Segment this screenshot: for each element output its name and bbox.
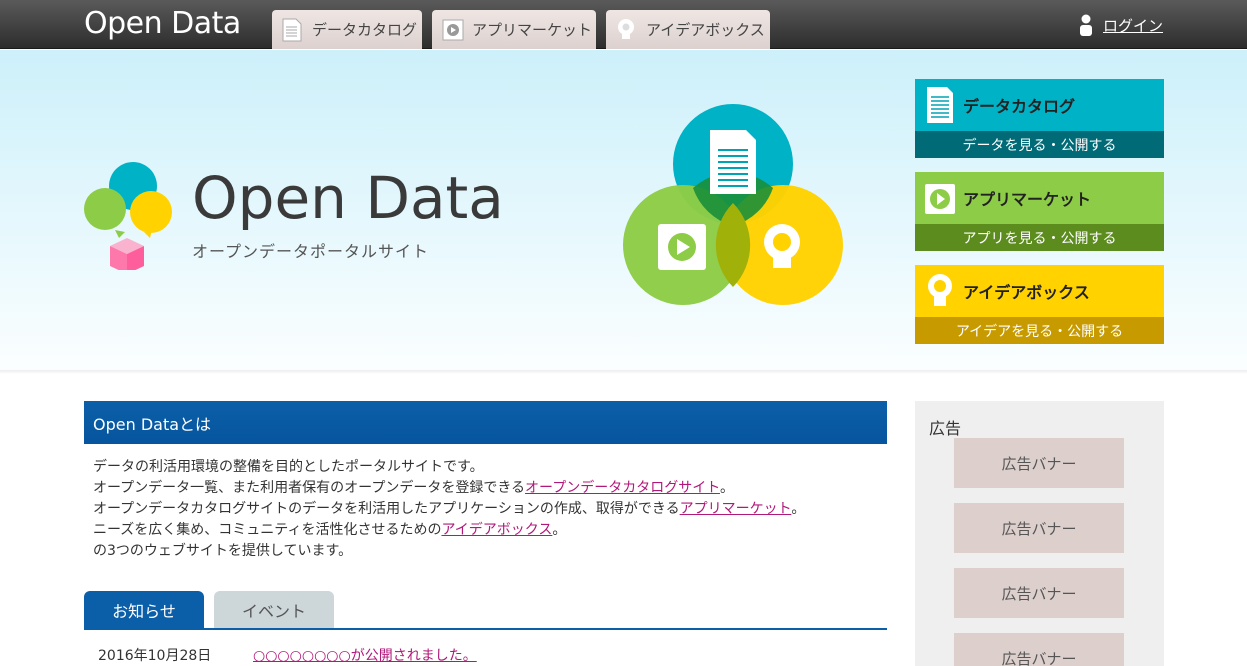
app-market-link[interactable]: アプリマーケット [680, 501, 792, 517]
tab-underline [84, 628, 887, 630]
about-text: データの利活用環境の整備を目的としたポータルサイトです。 オープンデータ一覧、ま… [93, 457, 887, 562]
play-icon [925, 179, 955, 217]
news-title-link[interactable]: ○○○○○○○○が公開されました。 [253, 645, 477, 665]
venn-diagram-graphic [623, 104, 843, 305]
hero-banner: Open Data オープンデータポータルサイト データカタログ データを見る・… [0, 50, 1247, 370]
ad-sidebar: 広告 広告バナー 広告バナー 広告バナー 広告バナー [915, 401, 1164, 666]
tab-news[interactable]: お知らせ [84, 591, 204, 629]
about-line: オープンデータカタログサイトのデータを利活用したアプリケーションの作成、取得がで… [93, 501, 806, 517]
section-divider [0, 370, 1247, 374]
nav-tab-label: アプリマーケット [472, 21, 593, 39]
bulb-icon [616, 18, 636, 42]
bulb-icon [925, 272, 955, 310]
about-heading: Open Dataとは [84, 401, 887, 444]
login-link[interactable]: ログイン [1079, 14, 1163, 36]
hero-subtitle: オープンデータポータルサイト [192, 242, 430, 261]
nav-tab-data-catalog[interactable]: データカタログ [272, 10, 422, 49]
document-icon [282, 18, 302, 42]
nav-tab-label: アイデアボックス [646, 21, 765, 39]
catalog-site-link[interactable]: オープンデータカタログサイト [525, 480, 720, 496]
cta-data-catalog[interactable]: データカタログ データを見る・公開する [915, 79, 1164, 158]
news-date: 2016年10月28日 [98, 648, 212, 664]
about-line: オープンデータ一覧、また利用者保有のオープンデータを登録できるオープンデータカタ… [93, 480, 734, 496]
about-line: ニーズを広く集め、コミュニティを活性化させるためのアイデアボックス。 [93, 522, 567, 538]
ad-banner[interactable]: 広告バナー [954, 633, 1124, 666]
balloons-logo-icon [84, 162, 172, 270]
cta-idea-box[interactable]: アイデアボックス アイデアを見る・公開する [915, 265, 1164, 344]
user-icon [1079, 14, 1093, 36]
cta-title: アプリマーケット [963, 190, 1092, 209]
play-icon [442, 18, 464, 42]
top-navigation-bar: Open Data データカタログ アプリマーケット アイデアボックス ログイン [0, 0, 1247, 49]
nav-tab-idea-box[interactable]: アイデアボックス [606, 10, 770, 49]
cta-title: データカタログ [963, 97, 1076, 116]
tab-events[interactable]: イベント [214, 591, 334, 629]
ad-banner[interactable]: 広告バナー [954, 438, 1124, 488]
cta-action[interactable]: データを見る・公開する [915, 131, 1164, 158]
cta-action[interactable]: アプリを見る・公開する [915, 224, 1164, 251]
cta-title: アイデアボックス [963, 283, 1090, 302]
ad-sidebar-title: 広告 [929, 419, 962, 438]
about-line: データの利活用環境の整備を目的としたポータルサイトです。 [93, 459, 484, 475]
idea-box-link[interactable]: アイデアボックス [441, 522, 552, 538]
ad-banner[interactable]: 広告バナー [954, 568, 1124, 618]
hero-title: Open Data [192, 164, 504, 232]
nav-tab-app-market[interactable]: アプリマーケット [432, 10, 596, 49]
document-icon [925, 86, 955, 124]
nav-tab-label: データカタログ [312, 21, 418, 39]
login-label[interactable]: ログイン [1103, 15, 1163, 36]
cta-action[interactable]: アイデアを見る・公開する [915, 317, 1164, 344]
ad-banner[interactable]: 広告バナー [954, 503, 1124, 553]
about-line: の3つのウェブサイトを提供しています。 [93, 543, 353, 559]
cta-app-market[interactable]: アプリマーケット アプリを見る・公開する [915, 172, 1164, 251]
site-logo[interactable]: Open Data [84, 6, 241, 41]
